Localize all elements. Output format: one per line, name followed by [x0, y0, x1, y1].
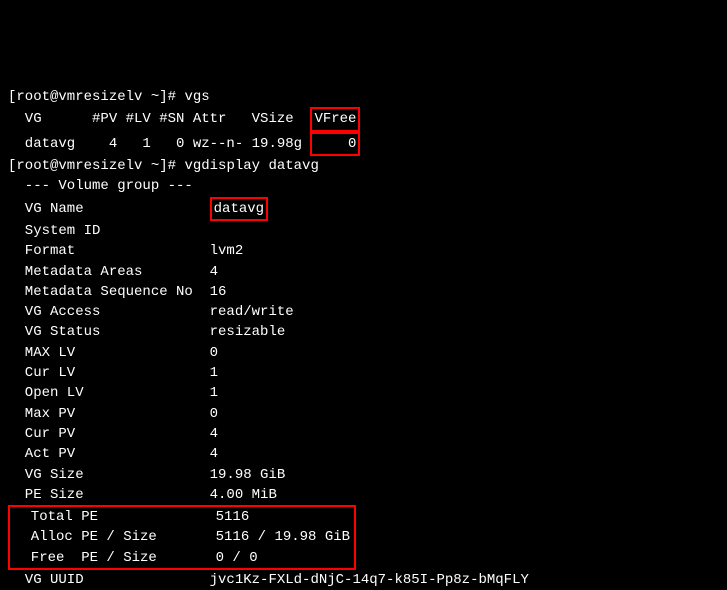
vgs-row-vfree-highlight: 0 — [310, 132, 360, 156]
cur-lv-row: Cur LV 1 — [8, 365, 218, 381]
command-vgdisplay: vgdisplay datavg — [184, 158, 318, 174]
vgs-header-left: VG #PV #LV #SN Attr VSize — [8, 111, 310, 127]
prompt: [root@vmresizelv ~]# — [8, 89, 184, 105]
cur-pv-row: Cur PV 4 — [8, 426, 218, 442]
act-pv-row: Act PV 4 — [8, 446, 218, 462]
free-pe-row: Free PE / Size 0 / 0 — [14, 550, 258, 566]
vg-status-row: VG Status resizable — [8, 324, 285, 340]
vg-name-value-highlight: datavg — [210, 197, 268, 221]
pe-size-row: PE Size 4.00 MiB — [8, 487, 277, 503]
vgdisplay-header: --- Volume group --- — [8, 178, 193, 194]
max-lv-row: MAX LV 0 — [8, 345, 218, 361]
open-lv-row: Open LV 1 — [8, 385, 218, 401]
prompt: [root@vmresizelv ~]# — [8, 158, 184, 174]
vg-name-label: VG Name — [8, 201, 210, 217]
max-pv-row: Max PV 0 — [8, 406, 218, 422]
vg-size-row: VG Size 19.98 GiB — [8, 467, 285, 483]
system-id-row: System ID — [8, 223, 210, 239]
command-vgs: vgs — [184, 89, 209, 105]
format-row: Format lvm2 — [8, 243, 243, 259]
metadata-seq-row: Metadata Sequence No 16 — [8, 284, 226, 300]
total-pe-row: Total PE 5116 — [14, 509, 249, 525]
pe-block-highlight: Total PE 5116 Alloc PE / Size 5116 / 19.… — [8, 505, 356, 570]
vgs-header-vfree-highlight: VFree — [310, 107, 360, 131]
metadata-areas-row: Metadata Areas 4 — [8, 264, 218, 280]
vg-uuid-row: VG UUID jvc1Kz-FXLd-dNjC-14q7-k85I-Pp8z-… — [8, 572, 529, 588]
vg-access-row: VG Access read/write — [8, 304, 294, 320]
alloc-pe-row: Alloc PE / Size 5116 / 19.98 GiB — [14, 529, 350, 545]
vgs-row-left: datavg 4 1 0 wz--n- 19.98g — [8, 136, 310, 152]
